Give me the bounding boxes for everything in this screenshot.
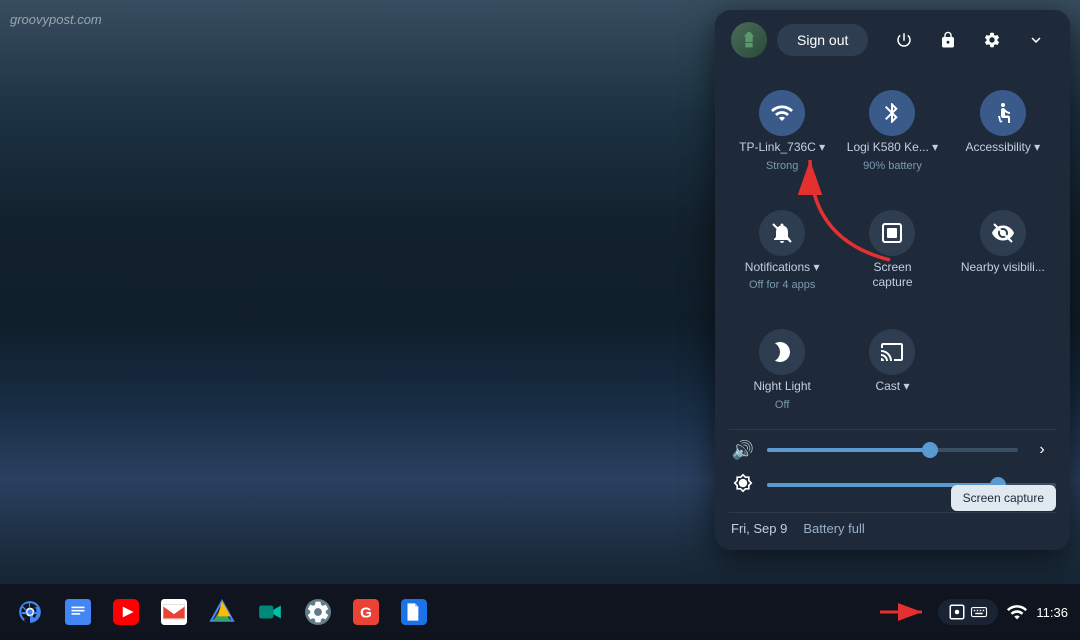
screen-capture-label: Screencapture [872, 260, 912, 291]
quick-settings-panel: Sign out [715, 10, 1070, 550]
qs-tiles-row2: Notifications ▾ Off for 4 apps Screencap… [715, 190, 1070, 310]
footer-battery-status: Battery full [803, 521, 864, 536]
wifi-sublabel: Strong [766, 160, 798, 172]
notifications-label: Notifications ▾ [745, 260, 820, 276]
night-light-sublabel: Off [775, 399, 789, 411]
power-button[interactable] [886, 22, 922, 58]
night-light-icon-wrap [759, 329, 805, 375]
user-avatar [731, 22, 767, 58]
brightness-icon [729, 473, 757, 498]
volume-slider-row: 🔊 › [729, 434, 1056, 467]
tray-keyboard-icon [970, 603, 988, 621]
bluetooth-icon-wrap [869, 90, 915, 136]
watermark: groovypost.com [10, 12, 102, 27]
nearby-icon-wrap [980, 210, 1026, 256]
taskbar-app-drive[interactable] [200, 590, 244, 634]
settings-button[interactable] [974, 22, 1010, 58]
notifications-tile[interactable]: Notifications ▾ Off for 4 apps [727, 198, 837, 302]
expand-button[interactable] [1018, 22, 1054, 58]
volume-thumb[interactable] [922, 442, 938, 458]
bluetooth-label: Logi K580 Ke... ▾ [847, 140, 938, 156]
qs-tiles-row3: Night Light Off Cast ▾ [715, 309, 1070, 429]
taskbar-app-google[interactable]: G [344, 590, 388, 634]
accessibility-tile[interactable]: Accessibility ▾ [948, 78, 1058, 182]
qs-tiles-row1: TP-Link_736C ▾ Strong Logi K580 Ke... ▾ … [715, 70, 1070, 190]
footer-date: Fri, Sep 9 [731, 521, 787, 536]
screen-capture-tile[interactable]: Screencapture [837, 198, 947, 302]
night-light-tile[interactable]: Night Light Off [727, 317, 837, 421]
volume-fill [767, 448, 930, 452]
notifications-icon-wrap [759, 210, 805, 256]
taskbar-app-files[interactable] [392, 590, 436, 634]
cast-tile[interactable]: Cast ▾ [837, 317, 947, 421]
wifi-label: TP-Link_736C ▾ [739, 140, 825, 156]
qs-header-icons [886, 22, 1054, 58]
taskbar-arrow [880, 597, 930, 627]
sign-out-button[interactable]: Sign out [777, 24, 868, 56]
taskbar-right: 11:36 [880, 597, 1072, 627]
wifi-icon-wrap [759, 90, 805, 136]
lock-button[interactable] [930, 22, 966, 58]
nearby-tile[interactable]: Nearby visibili... [948, 198, 1058, 302]
screen-capture-icon-wrap [869, 210, 915, 256]
bluetooth-sublabel: 90% battery [863, 160, 922, 172]
taskbar-app-settings[interactable] [296, 590, 340, 634]
tray-screenshot-icon [948, 603, 966, 621]
taskbar-wifi-icon[interactable] [1006, 601, 1028, 623]
night-light-label: Night Light [753, 379, 810, 395]
nearby-label: Nearby visibili... [961, 260, 1045, 276]
cast-label: Cast ▾ [875, 379, 909, 395]
volume-track[interactable] [767, 448, 1018, 452]
bluetooth-tile[interactable]: Logi K580 Ke... ▾ 90% battery [837, 78, 947, 182]
qs-footer: Fri, Sep 9 Battery full [715, 513, 1070, 550]
taskbar: G [0, 584, 1080, 640]
notifications-sublabel: Off for 4 apps [749, 279, 815, 291]
taskbar-app-youtube[interactable] [104, 590, 148, 634]
svg-text:G: G [360, 604, 372, 621]
taskbar-app-chrome[interactable] [8, 590, 52, 634]
taskbar-time: 11:36 [1036, 605, 1068, 620]
volume-icon: 🔊 [729, 440, 757, 461]
accessibility-icon-wrap [980, 90, 1026, 136]
qs-header: Sign out [715, 10, 1070, 70]
wifi-tile[interactable]: TP-Link_736C ▾ Strong [727, 78, 837, 182]
volume-expand-arrow[interactable]: › [1028, 441, 1056, 459]
screen-capture-tooltip: Screen capture [951, 485, 1056, 511]
taskbar-app-docs[interactable] [56, 590, 100, 634]
taskbar-app-meet[interactable] [248, 590, 292, 634]
accessibility-label: Accessibility ▾ [965, 140, 1040, 156]
cast-icon-wrap [869, 329, 915, 375]
taskbar-app-gmail[interactable] [152, 590, 196, 634]
